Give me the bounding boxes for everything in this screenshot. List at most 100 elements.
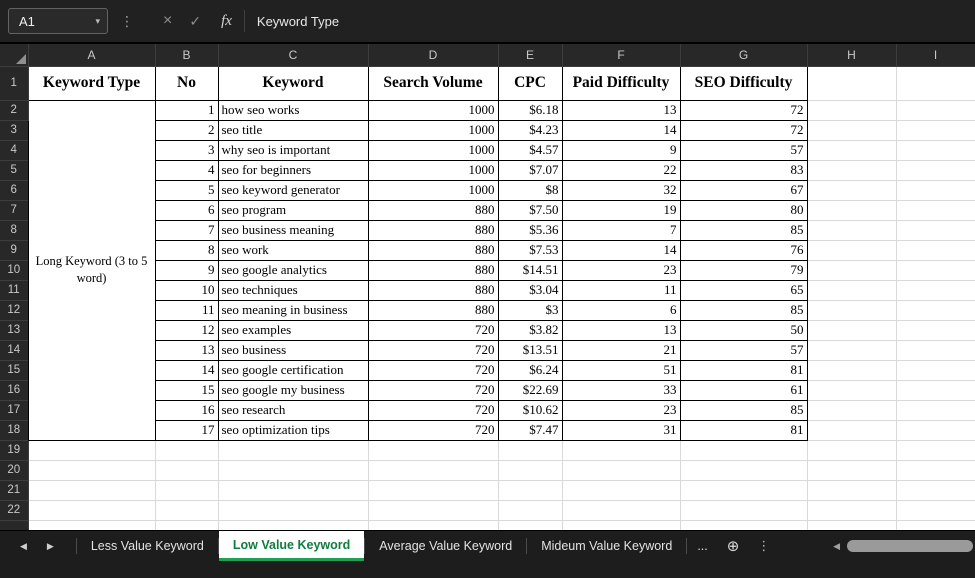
empty-cell[interactable] [28,500,155,520]
add-sheet-icon[interactable]: ⊕ [718,531,749,561]
cell-seo-difficulty[interactable]: 65 [680,280,807,300]
cell-seo-difficulty[interactable]: 80 [680,200,807,220]
cell-cpc[interactable]: $7.53 [498,240,562,260]
empty-cell[interactable] [218,440,368,460]
cell-seo-difficulty[interactable]: 83 [680,160,807,180]
empty-cell[interactable] [896,200,975,220]
cell-search-volume[interactable]: 1000 [368,120,498,140]
empty-cell[interactable] [896,140,975,160]
cell-keyword[interactable]: seo business [218,340,368,360]
empty-cell[interactable] [896,440,975,460]
empty-cell[interactable] [807,500,896,520]
column-header-g[interactable]: G [680,44,807,66]
row-header[interactable]: 2 [0,100,28,120]
cell-keyword[interactable]: why seo is important [218,140,368,160]
scrollbar-thumb[interactable] [847,540,973,552]
empty-cell[interactable] [498,500,562,520]
row-header[interactable]: 20 [0,460,28,480]
empty-cell[interactable] [28,520,155,530]
empty-cell[interactable] [896,260,975,280]
empty-cell[interactable] [562,460,680,480]
cell-paid-difficulty[interactable]: 33 [562,380,680,400]
cell-no[interactable]: 9 [155,260,218,280]
empty-cell[interactable] [807,180,896,200]
row-header[interactable]: 8 [0,220,28,240]
cell-seo-difficulty[interactable]: 72 [680,120,807,140]
cell-seo-difficulty[interactable]: 79 [680,260,807,280]
cell-no[interactable]: 12 [155,320,218,340]
empty-cell[interactable] [896,180,975,200]
column-header-i[interactable]: I [896,44,975,66]
empty-cell[interactable] [896,480,975,500]
cell-search-volume[interactable]: 1000 [368,100,498,120]
empty-cell[interactable] [218,460,368,480]
cell-cpc[interactable]: $6.24 [498,360,562,380]
row-header[interactable]: 1 [0,66,28,100]
empty-cell[interactable] [896,300,975,320]
empty-cell[interactable] [368,520,498,530]
cell-keyword[interactable]: seo keyword generator [218,180,368,200]
empty-cell[interactable] [368,440,498,460]
empty-cell[interactable] [896,320,975,340]
row-header[interactable]: 6 [0,180,28,200]
header-cpc[interactable]: CPC [498,66,562,100]
hidden-tabs-ellipsis[interactable]: ... [687,531,717,561]
row-header[interactable]: 18 [0,420,28,440]
cell-no[interactable]: 10 [155,280,218,300]
more-options-icon[interactable]: ⋮ [120,13,134,30]
row-header[interactable]: 15 [0,360,28,380]
empty-cell[interactable] [807,240,896,260]
row-header[interactable]: 10 [0,260,28,280]
cell-seo-difficulty[interactable]: 76 [680,240,807,260]
row-header[interactable]: 22 [0,500,28,520]
cell-no[interactable]: 13 [155,340,218,360]
column-header-d[interactable]: D [368,44,498,66]
empty-cell[interactable] [155,500,218,520]
tab-scroll-right-icon[interactable]: ▶ [47,541,54,552]
empty-cell[interactable] [807,120,896,140]
row-header[interactable]: 5 [0,160,28,180]
empty-cell[interactable] [155,460,218,480]
empty-cell[interactable] [368,460,498,480]
cell-keyword[interactable]: seo google analytics [218,260,368,280]
empty-cell[interactable] [28,480,155,500]
cell-paid-difficulty[interactable]: 6 [562,300,680,320]
empty-cell[interactable] [896,220,975,240]
cell-paid-difficulty[interactable]: 23 [562,400,680,420]
empty-cell[interactable] [807,480,896,500]
empty-cell[interactable] [896,460,975,480]
cell-paid-difficulty[interactable]: 13 [562,100,680,120]
empty-cell[interactable] [368,480,498,500]
cell-cpc[interactable]: $7.47 [498,420,562,440]
empty-cell[interactable] [807,280,896,300]
empty-cell[interactable] [807,260,896,280]
tab-options-icon[interactable]: ⋮ [748,531,779,561]
cell-cpc[interactable]: $5.36 [498,220,562,240]
row-header[interactable]: 19 [0,440,28,460]
row-header[interactable]: 12 [0,300,28,320]
empty-cell[interactable] [807,300,896,320]
empty-cell[interactable] [896,160,975,180]
column-header-b[interactable]: B [155,44,218,66]
cell-paid-difficulty[interactable]: 7 [562,220,680,240]
empty-cell[interactable] [896,120,975,140]
cell-no[interactable]: 8 [155,240,218,260]
cell-cpc[interactable]: $13.51 [498,340,562,360]
cell-seo-difficulty[interactable]: 72 [680,100,807,120]
row-header[interactable]: 3 [0,120,28,140]
cell-search-volume[interactable]: 880 [368,240,498,260]
cell-search-volume[interactable]: 720 [368,380,498,400]
empty-cell[interactable] [498,520,562,530]
empty-cell[interactable] [807,340,896,360]
select-all-corner[interactable] [0,44,28,66]
empty-cell[interactable] [896,280,975,300]
cell-search-volume[interactable]: 880 [368,220,498,240]
insert-function-icon[interactable]: fx [221,13,232,30]
sheet-tab-low-value-keyword[interactable]: Low Value Keyword [219,531,364,561]
empty-cell[interactable] [562,480,680,500]
cell-no[interactable]: 14 [155,360,218,380]
cell-keyword[interactable]: seo for beginners [218,160,368,180]
empty-cell[interactable] [155,480,218,500]
cell-no[interactable]: 15 [155,380,218,400]
empty-cell[interactable] [807,360,896,380]
